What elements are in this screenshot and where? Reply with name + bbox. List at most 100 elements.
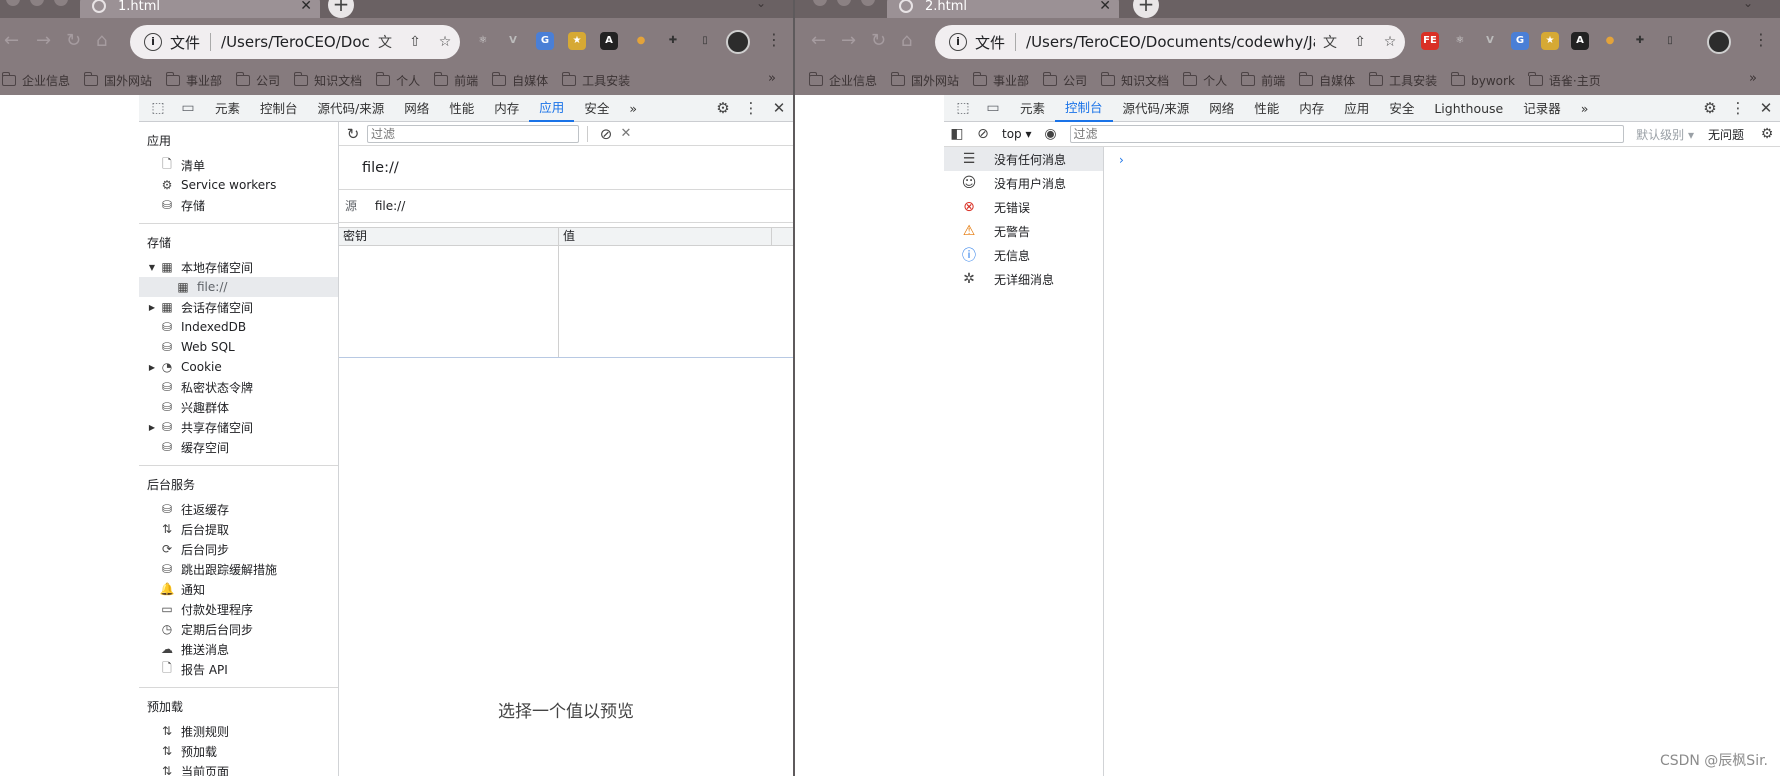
info-icon[interactable]: i	[144, 33, 162, 51]
back-icon[interactable]: ←	[4, 32, 19, 50]
cookie-extension-icon[interactable]: ●	[632, 32, 650, 50]
bookmark-item[interactable]: 知识文档	[1100, 72, 1169, 89]
sidebar-item[interactable]: ☁ 推送消息	[139, 639, 338, 659]
bookmark-item[interactable]: 国外网站	[83, 72, 152, 89]
extension-icon[interactable]: ★	[568, 32, 586, 50]
maximize-window-button[interactable]	[54, 0, 68, 6]
more-menu-icon[interactable]: ⋮	[1753, 30, 1769, 49]
bookmark-item[interactable]: 知识文档	[293, 72, 362, 89]
sidebar-toggle-icon[interactable]: ◧	[944, 126, 970, 142]
bookmark-item[interactable]: 企业信息	[1, 72, 70, 89]
bookmark-star-icon[interactable]: ☆	[430, 34, 460, 50]
sidebar-item[interactable]: 🗋 报告 API	[139, 659, 338, 679]
angular-extension-icon[interactable]: A	[600, 32, 618, 50]
browser-tab-active[interactable]: 2.html ✕	[887, 0, 1119, 18]
console-settings-gear-icon[interactable]: ⚙	[1754, 126, 1780, 142]
bookmark-item[interactable]: bywork	[1450, 72, 1515, 88]
more-tabs-icon[interactable]: »	[1571, 95, 1599, 122]
close-devtools-icon[interactable]: ✕	[765, 99, 793, 117]
back-icon[interactable]: ←	[811, 32, 826, 50]
forward-icon[interactable]: →	[36, 32, 51, 50]
refresh-icon[interactable]: ↻	[339, 125, 367, 143]
share-icon[interactable]: ⇧	[400, 34, 430, 50]
console-filter-input[interactable]	[1069, 125, 1625, 143]
maximize-window-button[interactable]	[861, 0, 875, 6]
sidebar-item[interactable]: ⟳ 后台同步	[139, 539, 338, 559]
devtools-tab[interactable]: 内存	[1289, 95, 1334, 122]
settings-gear-icon[interactable]: ⚙	[1696, 99, 1724, 117]
issues-counter[interactable]: 无问题	[1708, 126, 1744, 143]
cookie-extension-icon[interactable]: ●	[1601, 32, 1619, 50]
close-tab-icon[interactable]: ✕	[300, 0, 312, 14]
bookmark-item[interactable]: 前端	[433, 72, 478, 89]
sidebar-item[interactable]: ◷ 定期后台同步	[139, 619, 338, 639]
translate-icon[interactable]: 文	[370, 32, 400, 52]
collapsed-arrow-icon[interactable]: ▶	[147, 423, 157, 432]
devtools-tab[interactable]: 元素	[205, 95, 250, 122]
sidebar-item[interactable]: ⛁ IndexedDB	[139, 317, 338, 337]
filter-input[interactable]	[367, 124, 579, 143]
sidebar-item[interactable]: ▶ ▦ 会话存储空间	[139, 297, 338, 317]
delete-selected-icon[interactable]: ✕	[616, 126, 636, 141]
minimize-window-button[interactable]	[837, 0, 851, 6]
minimize-window-button[interactable]	[30, 0, 44, 6]
bookmark-item[interactable]: 公司	[235, 72, 280, 89]
clear-console-icon[interactable]: ⊘	[970, 126, 996, 142]
more-tabs-icon[interactable]: »	[619, 95, 647, 122]
devtools-tab[interactable]: 网络	[394, 95, 439, 122]
device-toolbar-icon[interactable]: ▭	[982, 97, 1004, 119]
log-levels-dropdown[interactable]: 默认级别 ▾	[1636, 126, 1694, 143]
inspect-element-icon[interactable]: ⬚	[147, 97, 169, 119]
sidebar-item[interactable]: ⚙ Service workers	[139, 175, 338, 195]
devtools-tab[interactable]: 应用	[529, 95, 575, 122]
close-window-button[interactable]	[6, 0, 20, 6]
address-bar[interactable]: i 文件 /Users/TeroCEO/Documents/codewhy/Ja…	[935, 25, 1405, 59]
bookmark-item[interactable]: 语雀·主页	[1528, 72, 1601, 89]
device-toolbar-icon[interactable]: ▭	[177, 97, 199, 119]
home-icon[interactable]: ⌂	[96, 32, 107, 50]
devtools-tab[interactable]: 性能	[1244, 95, 1289, 122]
react-extension-icon[interactable]: ⚛	[1451, 32, 1469, 50]
close-devtools-icon[interactable]: ✕	[1752, 99, 1780, 117]
devtools-tab[interactable]: 控制台	[250, 95, 308, 122]
devtools-tab[interactable]: 控制台	[1055, 95, 1113, 122]
new-tab-button[interactable]: +	[1133, 0, 1159, 18]
console-filter-item[interactable]: ⓘ 无信息	[944, 243, 1103, 267]
bookmarks-overflow-icon[interactable]: »	[768, 71, 776, 86]
avatar[interactable]	[1707, 30, 1731, 54]
bookmark-item[interactable]: 公司	[1042, 72, 1087, 89]
sidebar-item[interactable]: ⛁ 存储	[139, 195, 338, 215]
live-expression-eye-icon[interactable]: ◉	[1038, 126, 1064, 142]
devtools-tab[interactable]: 源代码/来源	[1113, 95, 1200, 122]
bookmark-item[interactable]: 事业部	[165, 72, 222, 89]
close-tab-icon[interactable]: ✕	[1099, 0, 1111, 14]
puzzle-icon[interactable]: ✚	[664, 32, 682, 50]
sidebar-item[interactable]: ▼ ▦ 本地存储空间	[139, 257, 338, 277]
collapsed-arrow-icon[interactable]: ▶	[147, 303, 157, 312]
collapsed-arrow-icon[interactable]: ▶	[147, 363, 157, 372]
bookmark-item[interactable]: 事业部	[972, 72, 1029, 89]
angular-extension-icon[interactable]: A	[1571, 32, 1589, 50]
console-filter-item[interactable]: ☺ 没有用户消息	[944, 171, 1103, 195]
devtools-tab[interactable]: 应用	[1334, 95, 1379, 122]
react-extension-icon[interactable]: ⚛	[474, 32, 492, 50]
expanded-arrow-icon[interactable]: ▼	[147, 263, 157, 272]
bookmark-item[interactable]: 工具安装	[1368, 72, 1437, 89]
bookmark-item[interactable]: 国外网站	[890, 72, 959, 89]
info-icon[interactable]: i	[949, 33, 967, 51]
forward-icon[interactable]: →	[841, 32, 856, 50]
bookmark-item[interactable]: 个人	[1182, 72, 1227, 89]
sidebar-item[interactable]: ⛁ Web SQL	[139, 337, 338, 357]
translate-extension-icon[interactable]: G	[536, 32, 554, 50]
browser-tab-active[interactable]: 1.html ✕	[80, 0, 320, 18]
reload-icon[interactable]: ↻	[66, 32, 81, 50]
sidebar-item[interactable]: ▦ file://	[139, 277, 338, 297]
devtools-tab[interactable]: 安全	[1379, 95, 1424, 122]
sidebar-item[interactable]: 🗋 清单	[139, 155, 338, 175]
fe-extension-icon[interactable]: FE	[1421, 32, 1439, 50]
more-options-icon[interactable]: ⋮	[1724, 99, 1752, 117]
more-options-icon[interactable]: ⋮	[737, 99, 765, 117]
sidebar-item[interactable]: ⇅ 当前页面	[139, 761, 338, 776]
devtools-tab[interactable]: 性能	[439, 95, 484, 122]
column-header-value[interactable]: 值	[559, 228, 772, 245]
